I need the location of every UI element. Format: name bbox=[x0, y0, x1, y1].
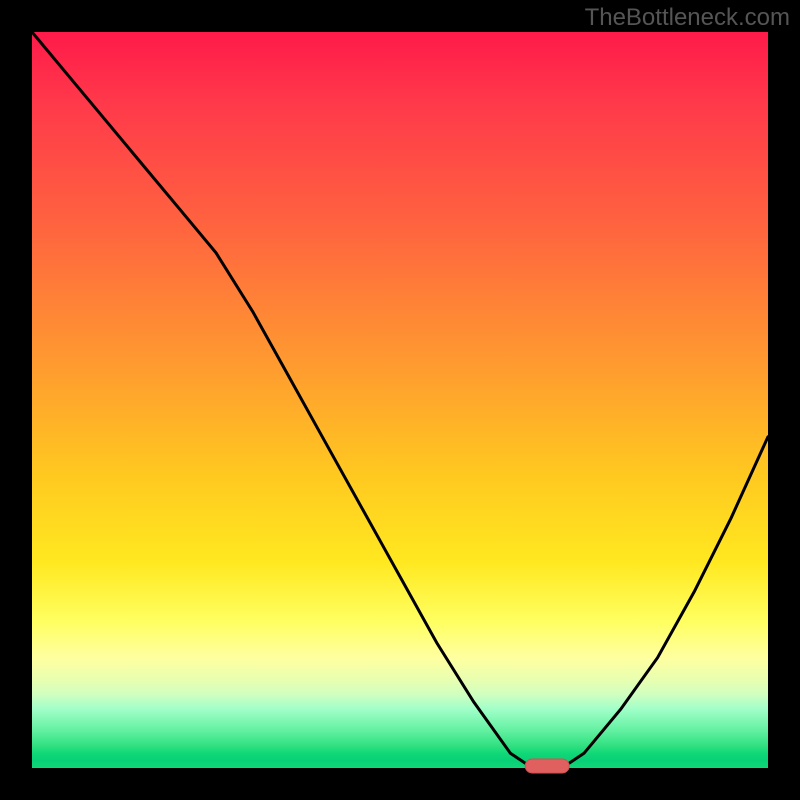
optimal-point-marker bbox=[525, 759, 569, 773]
performance-curve bbox=[32, 32, 768, 768]
watermark-text: TheBottleneck.com bbox=[585, 4, 790, 32]
bottleneck-curve-plot bbox=[32, 32, 768, 768]
